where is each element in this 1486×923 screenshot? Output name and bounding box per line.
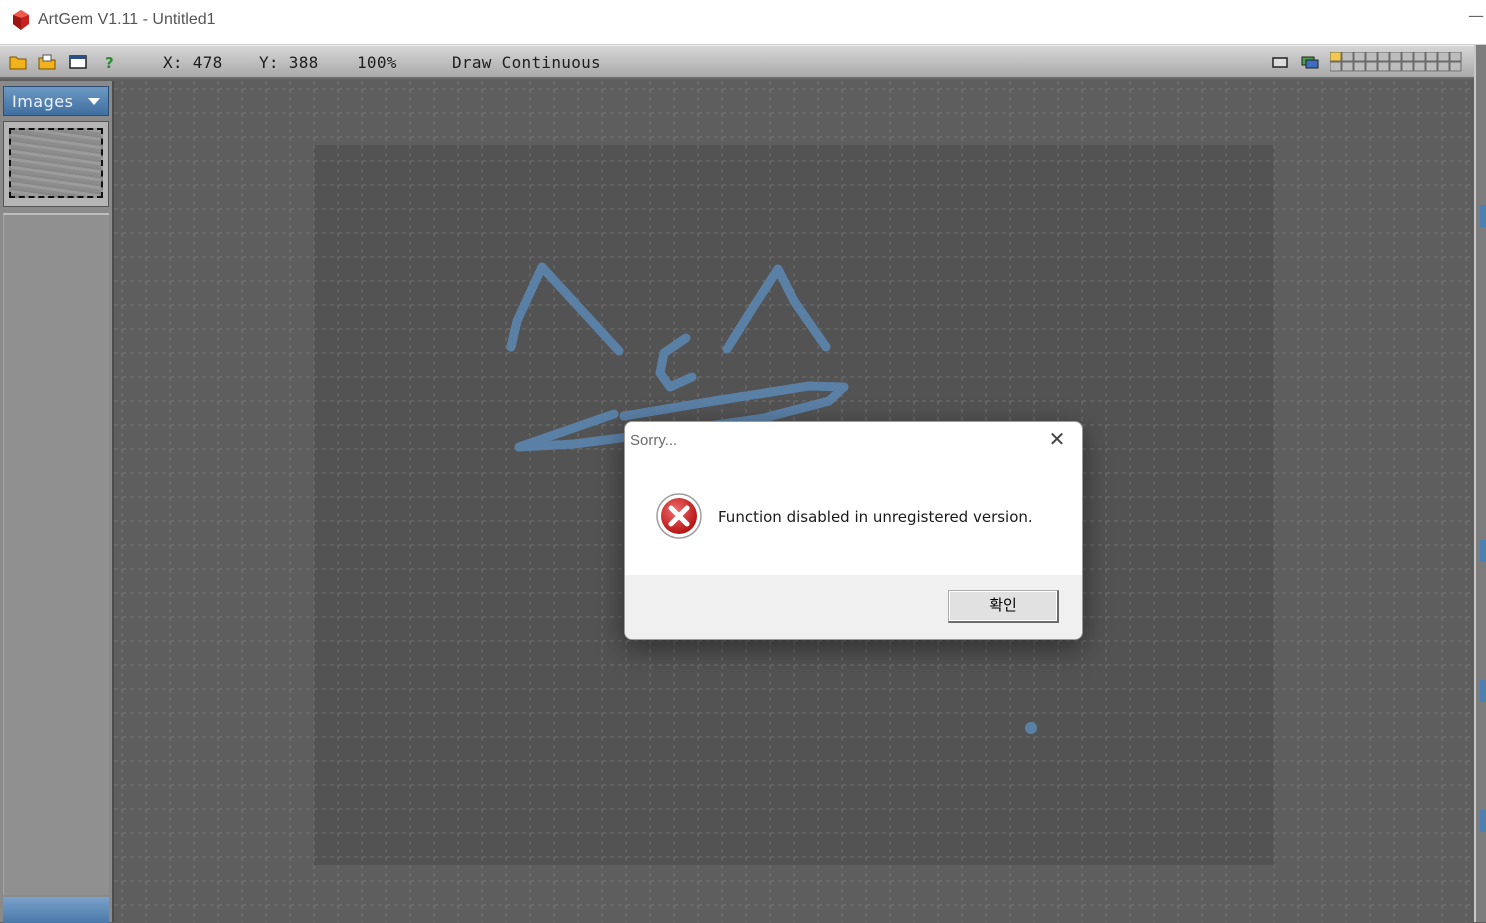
- window-title: ArtGem V1.11 - Untitled1: [38, 11, 216, 28]
- draw-mode: Draw Continuous: [452, 53, 601, 72]
- zoom-level: 100%: [357, 53, 397, 72]
- grid-swatch-icon[interactable]: [1330, 52, 1462, 72]
- dialog-footer: 확인: [625, 575, 1082, 639]
- open-file-icon[interactable]: [38, 54, 56, 70]
- toolbar: ? X: 478 Y: 388 100% Draw Continuous: [0, 45, 1474, 79]
- minimize-button[interactable]: —: [1466, 4, 1486, 28]
- layers-icon[interactable]: [1301, 54, 1319, 70]
- chevron-down-icon: [88, 98, 100, 105]
- close-icon[interactable]: ✕: [1046, 428, 1068, 450]
- strip-marker: [1480, 680, 1486, 702]
- app-gem-icon: [13, 10, 29, 30]
- title-bar: ArtGem V1.11 - Untitled1 —: [0, 0, 1486, 45]
- thumbnail-slot: [3, 121, 109, 207]
- window-icon[interactable]: [69, 54, 87, 70]
- dot-stroke: [1025, 722, 1037, 734]
- mouth-stroke: [655, 333, 697, 392]
- help-icon[interactable]: ?: [101, 54, 119, 70]
- error-dialog: Sorry... ✕ Function disabled in unregist…: [624, 421, 1083, 640]
- strip-marker: [1480, 205, 1486, 227]
- panel-footer: [3, 897, 109, 923]
- images-panel: Images: [0, 81, 114, 923]
- svg-text:?: ?: [105, 54, 114, 70]
- strip-marker: [1480, 810, 1486, 832]
- dialog-message: Function disabled in unregistered versio…: [718, 508, 1033, 526]
- images-dropdown[interactable]: Images: [3, 86, 109, 116]
- strip-marker: [1480, 540, 1486, 562]
- image-thumbnail[interactable]: [9, 128, 103, 198]
- ok-button[interactable]: 확인: [948, 590, 1059, 623]
- y-coordinate-readout: Y: 388: [259, 53, 319, 72]
- right-scroll-strip[interactable]: [1474, 45, 1486, 922]
- images-label: Images: [12, 92, 74, 111]
- error-icon: [656, 493, 702, 539]
- x-coordinate-readout: X: 478: [163, 53, 223, 72]
- ear-stroke-right: [722, 264, 831, 354]
- ear-stroke-left: [506, 262, 624, 356]
- open-folder-icon[interactable]: [9, 54, 27, 70]
- frame-icon[interactable]: [1271, 54, 1289, 70]
- panel-body: [3, 213, 109, 895]
- dialog-title: Sorry...: [630, 432, 678, 449]
